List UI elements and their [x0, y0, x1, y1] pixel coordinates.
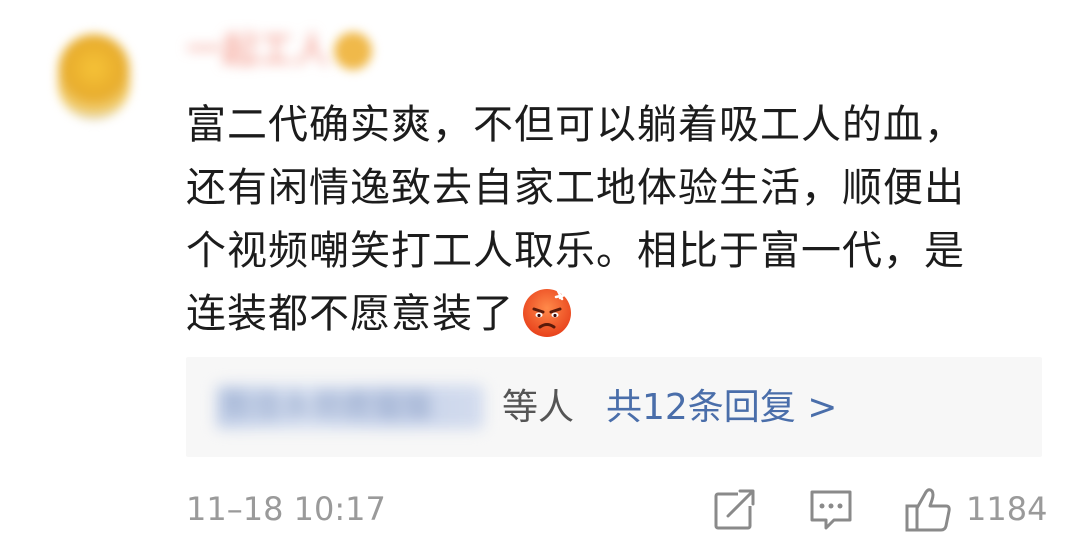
- thumbs-up-icon[interactable]: [904, 484, 954, 534]
- avatar[interactable]: [58, 34, 130, 120]
- comment-line: 个视频嘲笑打工人取乐。相比于富一代，是: [186, 228, 965, 274]
- reply-total-link[interactable]: 共12条回复 >: [606, 383, 837, 433]
- comment-line-text: 连装都不愿意装了: [186, 291, 514, 337]
- user-badge-icon: [334, 32, 372, 70]
- reply-others-label: 等人: [502, 387, 575, 428]
- like-count: 1184: [966, 490, 1048, 528]
- comment-line: 还有闲情逸致去自家工地体验生活，顺便出: [186, 165, 965, 211]
- timestamp: 11–18 10:17: [186, 490, 386, 528]
- avatar-image: [58, 34, 130, 120]
- comment-text: 富二代确实爽，不但可以躺着吸工人的血， 还有闲情逸致去自家工地体验生活，顺便出 …: [186, 94, 1046, 346]
- angry-face-emoji: [523, 289, 571, 337]
- comment-line: 富二代确实爽，不但可以躺着吸工人的血，: [186, 102, 965, 148]
- reply-preview-box[interactable]: 陈佳永朋鹿猫猫 等人 共12条回复 >: [186, 357, 1042, 457]
- comment-icon[interactable]: [806, 484, 856, 534]
- reply-names-text: 陈佳永朋鹿猫猫: [222, 389, 432, 424]
- share-icon[interactable]: [710, 484, 760, 534]
- comment-line-last: 连装都不愿意装了: [186, 283, 1046, 346]
- reply-names: 陈佳永朋鹿猫猫: [216, 385, 484, 429]
- username[interactable]: 一起工人: [186, 26, 386, 76]
